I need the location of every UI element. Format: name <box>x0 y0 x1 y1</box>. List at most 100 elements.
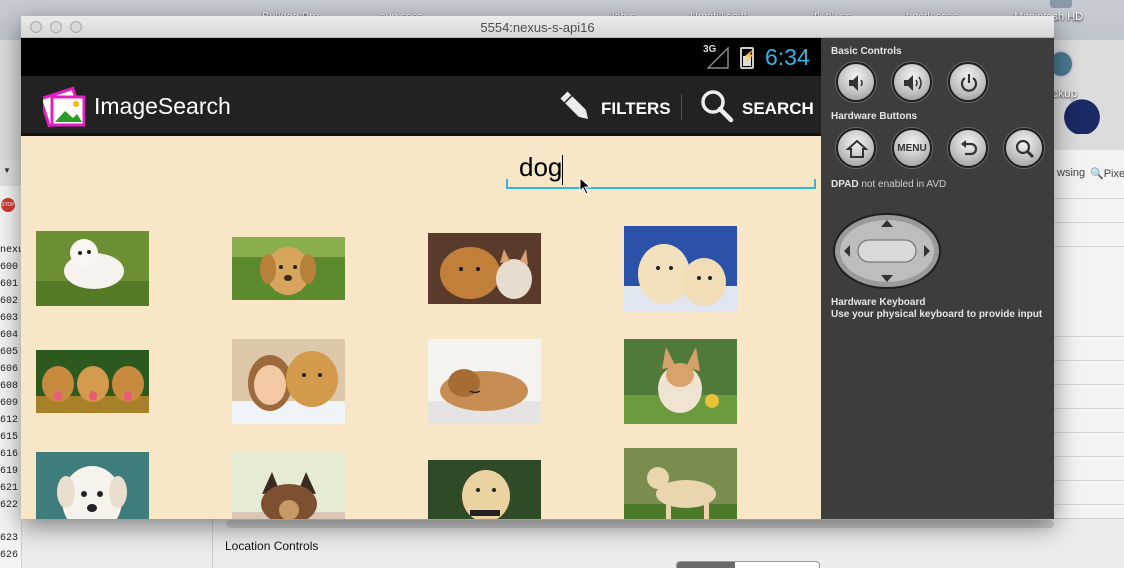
row-divider <box>1054 222 1124 223</box>
row-divider <box>1054 408 1124 409</box>
app-title: ImageSearch <box>94 93 231 119</box>
result-thumbnail[interactable] <box>36 350 149 413</box>
text-caret <box>562 155 563 185</box>
search-label: SEARCH <box>742 99 814 118</box>
charging-bolt-icon: ⚡ <box>743 51 756 62</box>
stop-icon[interactable]: STOP <box>1 198 15 212</box>
result-image <box>624 339 737 424</box>
hardware-keyboard-note: Use your physical keyboard to provide in… <box>831 309 1043 320</box>
input-underline <box>506 187 816 189</box>
pencil-icon <box>560 91 589 120</box>
search-input[interactable]: dog <box>506 149 816 191</box>
menu-button-label: MENU <box>897 143 927 154</box>
result-image <box>232 452 345 519</box>
magnifier-small-icon: 🔍 <box>1090 168 1104 180</box>
row-divider <box>1054 432 1124 433</box>
line-number: 612 <box>0 415 19 426</box>
result-thumbnail[interactable] <box>232 452 345 519</box>
result-thumbnail[interactable] <box>232 339 345 424</box>
tab-pixel-label: Pixe <box>1103 168 1124 180</box>
row-divider <box>1054 384 1124 385</box>
speaker-up-icon <box>904 75 922 91</box>
back-icon <box>961 140 978 156</box>
dpad-note: not enabled in AVD <box>861 179 947 190</box>
left-toolbar: ▼ <box>0 160 22 186</box>
row-divider <box>1054 480 1124 481</box>
result-thumbnail[interactable] <box>624 226 737 312</box>
result-image <box>428 233 541 304</box>
result-image <box>428 460 541 519</box>
window-titlebar[interactable]: 5554:nexus-s-api16 <box>21 16 1054 38</box>
filters-label: FILTERS <box>601 99 671 118</box>
row-divider <box>1054 198 1124 199</box>
line-number: 615 <box>0 432 19 443</box>
menu-button[interactable]: MENU <box>892 128 932 168</box>
search-button[interactable]: SEARCH <box>699 88 814 126</box>
line-number: 600 <box>0 262 19 273</box>
search-query: dog <box>519 152 563 182</box>
action-separator <box>681 94 682 120</box>
hardware-buttons-label: Hardware Buttons <box>831 111 918 122</box>
battery-icon: ⚡ <box>740 47 756 69</box>
volume-up-button[interactable] <box>892 62 932 102</box>
basic-controls-label: Basic Controls <box>831 46 902 57</box>
mascot-icon[interactable] <box>1062 92 1102 134</box>
home-icon <box>846 139 868 158</box>
app-photos-icon[interactable] <box>43 85 85 127</box>
dpad-control[interactable] <box>832 212 942 290</box>
result-image <box>428 339 541 424</box>
status-bar: 3G ⚡ 6:34 <box>21 38 821 76</box>
row-divider <box>1054 504 1124 505</box>
result-thumbnail[interactable] <box>232 237 345 300</box>
back-button[interactable] <box>948 128 988 168</box>
pane-divider <box>212 518 213 568</box>
line-number: 603 <box>0 313 19 324</box>
result-image <box>232 339 345 424</box>
status-clock: 6:34 <box>765 44 810 70</box>
magnifier-icon <box>701 90 734 123</box>
line-number: 606 <box>0 364 19 375</box>
hardware-search-button[interactable] <box>1004 128 1044 168</box>
result-thumbnail[interactable] <box>624 448 737 519</box>
signal-icon <box>707 47 729 69</box>
mouse-pointer-icon <box>579 177 592 195</box>
result-thumbnail[interactable] <box>428 339 541 424</box>
hardware-keyboard-label: Hardware Keyboard <box>831 297 926 308</box>
result-thumbnail[interactable] <box>624 339 737 424</box>
result-thumbnail[interactable] <box>428 460 541 519</box>
emulator-window: 5554:nexus-s-api16 3G ⚡ 6:34 ImageSearch <box>21 16 1054 519</box>
tab-browsing[interactable]: wsing <box>1057 167 1085 179</box>
horizontal-scrollbar[interactable] <box>226 520 1054 528</box>
line-number: 608 <box>0 381 19 392</box>
result-image <box>232 237 345 300</box>
row-divider <box>1054 246 1124 247</box>
dropdown-arrow-icon[interactable]: ▼ <box>3 166 11 175</box>
location-tab-selected[interactable] <box>677 562 735 568</box>
result-thumbnail[interactable] <box>36 231 149 306</box>
line-number: 626 <box>0 550 19 561</box>
line-number: 621 <box>0 483 19 494</box>
line-number: 605 <box>0 347 19 358</box>
result-thumbnail[interactable] <box>428 233 541 304</box>
tab-pixel[interactable]: 🔍Pixe <box>1090 167 1124 180</box>
right-pane <box>1054 150 1124 568</box>
line-number: 623 <box>0 533 19 544</box>
result-image <box>36 350 149 413</box>
filters-button[interactable]: FILTERS <box>557 88 677 126</box>
result-image <box>624 226 737 312</box>
home-button[interactable] <box>836 128 876 168</box>
volume-down-button[interactable] <box>836 62 876 102</box>
power-button[interactable] <box>948 62 988 102</box>
device-screen: 3G ⚡ 6:34 ImageSearch FILTERS SEARCH dog <box>21 38 821 519</box>
hard-drive-icon[interactable] <box>1050 0 1072 8</box>
location-tabs[interactable] <box>676 561 820 568</box>
power-icon <box>960 74 978 92</box>
input-underline-right <box>814 179 816 189</box>
dpad-label: DPAD not enabled in AVD <box>831 179 946 190</box>
input-underline-left <box>506 179 508 189</box>
result-image <box>624 448 737 519</box>
results-content: dog <box>21 139 821 519</box>
action-bar: ImageSearch FILTERS SEARCH <box>21 76 821 136</box>
result-thumbnail[interactable] <box>36 452 149 519</box>
line-number: 622 <box>0 500 19 511</box>
